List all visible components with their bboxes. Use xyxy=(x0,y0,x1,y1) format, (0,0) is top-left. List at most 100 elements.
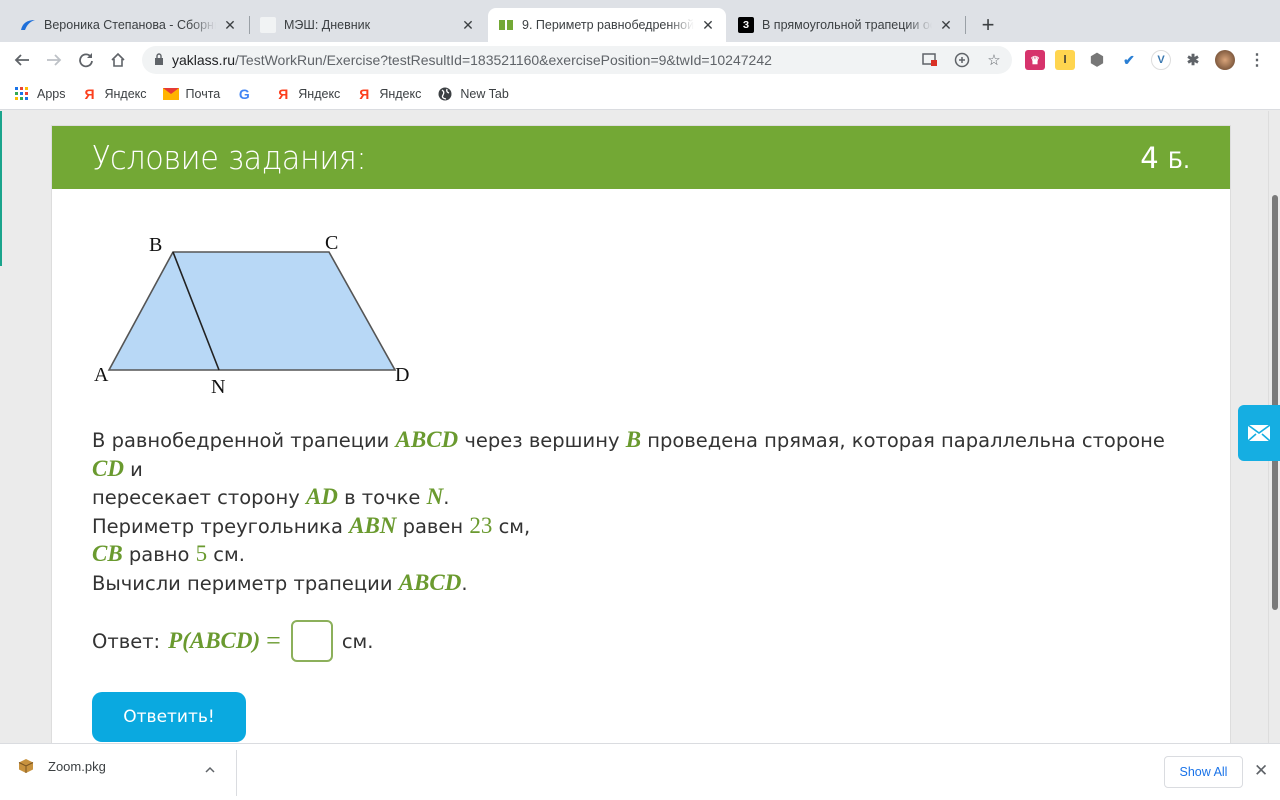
text: Периметр треугольника xyxy=(92,514,350,538)
answer-unit: см. xyxy=(341,629,374,653)
scrollbar-thumb[interactable] xyxy=(1272,195,1278,610)
text: см. xyxy=(207,543,245,566)
tab-znanija[interactable]: З В прямоугольной трапеции острый ✕ xyxy=(728,8,964,42)
statement-line-5: Вычисли периметр трапеции ABCD. xyxy=(92,569,1202,598)
tab-mesh-diary[interactable]: МЭШ: Дневник ✕ xyxy=(250,8,486,42)
close-tab-icon[interactable]: ✕ xyxy=(222,17,238,34)
trapezoid-diagram: B C A D N xyxy=(94,232,409,398)
trapezoid-shape xyxy=(107,251,397,371)
arrow-left-icon xyxy=(14,54,29,66)
feedback-mail-button[interactable] xyxy=(1238,405,1280,461)
answer-label: Ответ: xyxy=(92,629,161,653)
tab-strip: Вероника Степанова - Сборник ✕ МЭШ: Днев… xyxy=(0,0,1280,42)
score-value: 4 xyxy=(1140,140,1159,175)
yandex-icon: Я xyxy=(359,85,370,102)
bookmark-star-icon[interactable]: ☆ xyxy=(984,50,1004,70)
bookmark-label: Почта xyxy=(185,86,221,101)
menu-kebab-icon[interactable]: ⋮ xyxy=(1247,50,1267,70)
add-icon[interactable] xyxy=(952,50,972,70)
text: . xyxy=(443,486,450,509)
extension-cube-icon[interactable]: ⬢ xyxy=(1087,50,1107,70)
text: равен xyxy=(396,514,470,538)
bookmark-pochta[interactable]: Почта xyxy=(162,86,221,102)
submit-answer-button[interactable]: Ответить! xyxy=(92,692,246,742)
tab-title: В прямоугольной трапеции острый xyxy=(762,18,932,32)
vertex-label-d: D xyxy=(395,364,409,386)
apps-grid-icon xyxy=(14,86,30,102)
extensions-puzzle-icon[interactable]: ✱ xyxy=(1183,50,1203,70)
vertex-label-c: C xyxy=(325,232,338,254)
package-icon xyxy=(18,758,34,774)
vertex-label-b: B xyxy=(149,234,162,256)
bookmark-label: Apps xyxy=(37,86,66,101)
task-title: Условие задания: xyxy=(92,138,367,177)
download-filename: Zoom.pkg xyxy=(48,758,106,774)
equals-sign: = xyxy=(266,626,281,655)
reload-button[interactable] xyxy=(74,48,98,72)
bookmark-label: Яндекс xyxy=(298,86,341,101)
bookmark-google[interactable]: G xyxy=(236,86,259,102)
number-5: 5 xyxy=(195,541,208,566)
text: проведена прямая, которая параллельна ст… xyxy=(641,429,1165,452)
show-all-downloads-button[interactable]: Show All xyxy=(1164,756,1243,788)
math-b: B xyxy=(625,427,642,452)
extension-check-icon[interactable]: ✔ xyxy=(1119,50,1139,70)
google-icon: G xyxy=(238,85,250,102)
cloud-icon xyxy=(20,17,36,33)
score-unit: Б. xyxy=(1167,148,1190,174)
text: В равнобедренной трапеции xyxy=(92,429,396,452)
statement-line-2: пересекает сторону AD в точке N. xyxy=(92,483,1202,512)
bookmark-label: Яндекс xyxy=(379,86,422,101)
globe-icon xyxy=(437,86,453,102)
page-content: Условие задания: 4 Б. B C A D N В равноб… xyxy=(0,111,1268,743)
tab-yaklass-active[interactable]: 9. Периметр равнобедренной трапеции ✕ xyxy=(488,8,726,42)
answer-input[interactable] xyxy=(290,620,333,662)
extension-v-icon[interactable]: V xyxy=(1151,50,1171,70)
extension-l-icon[interactable]: l xyxy=(1055,50,1075,70)
bookmark-yandex[interactable]: Я Яндекс xyxy=(82,85,146,102)
yandex-icon: Я xyxy=(84,85,95,102)
chevron-up-icon[interactable] xyxy=(205,762,215,776)
popup-blocked-icon[interactable] xyxy=(920,50,940,70)
statement-line-4: CB равно 5 см. xyxy=(92,540,1202,569)
math-ad: AD xyxy=(305,484,338,509)
close-tab-icon[interactable]: ✕ xyxy=(460,17,476,34)
close-tab-icon[interactable]: ✕ xyxy=(938,17,954,34)
left-accent-stripe xyxy=(0,111,2,266)
home-button[interactable] xyxy=(106,48,130,72)
tab-separator xyxy=(965,16,966,34)
browser-toolbar: yaklass.ru/TestWorkRun/Exercise?testResu… xyxy=(0,42,1280,78)
new-tab-button[interactable]: + xyxy=(976,12,1000,38)
task-header: Условие задания: 4 Б. xyxy=(52,126,1230,189)
tab-veronika[interactable]: Вероника Степанова - Сборник ✕ xyxy=(10,8,248,42)
bookmark-yandex-3[interactable]: Я Яндекс xyxy=(356,86,421,102)
text: . xyxy=(461,571,468,595)
bookmark-new-tab[interactable]: New Tab xyxy=(437,86,509,102)
task-score: 4 Б. xyxy=(1140,141,1190,175)
arrow-right-icon xyxy=(47,54,62,66)
answer-row: Ответ: P(ABCD) = см. xyxy=(92,620,373,662)
math-n: N xyxy=(426,484,444,509)
download-item[interactable]: Zoom.pkg xyxy=(18,758,106,774)
home-icon xyxy=(111,52,125,67)
address-bar[interactable]: yaklass.ru/TestWorkRun/Exercise?testResu… xyxy=(142,46,1012,74)
tab-title: 9. Периметр равнобедренной трапеции xyxy=(522,18,694,32)
close-download-bar-icon[interactable]: ✕ xyxy=(1254,761,1268,781)
bookmark-apps[interactable]: Apps xyxy=(14,86,66,102)
url-domain: yaklass.ru xyxy=(172,52,236,68)
profile-avatar[interactable] xyxy=(1215,50,1235,70)
reload-icon xyxy=(79,53,93,68)
mail-icon xyxy=(162,86,179,102)
text: в точке xyxy=(337,486,427,509)
back-button[interactable] xyxy=(10,48,34,72)
yaklass-icon xyxy=(498,17,514,33)
vertex-label-a: A xyxy=(94,364,109,386)
math-abn: ABN xyxy=(349,512,397,538)
extension-crown-icon[interactable]: ♛ xyxy=(1025,50,1045,70)
bookmarks-bar: Apps Я Яндекс Почта G Я Яндекс Я Яндекс … xyxy=(0,78,1280,110)
forward-button[interactable] xyxy=(42,48,66,72)
task-card: Условие задания: 4 Б. B C A D N В равноб… xyxy=(51,125,1231,743)
bookmark-yandex-2[interactable]: Я Яндекс xyxy=(275,86,340,102)
statement-line-3: Периметр треугольника ABN равен 23 см, xyxy=(92,512,1202,541)
close-tab-icon[interactable]: ✕ xyxy=(700,17,716,34)
